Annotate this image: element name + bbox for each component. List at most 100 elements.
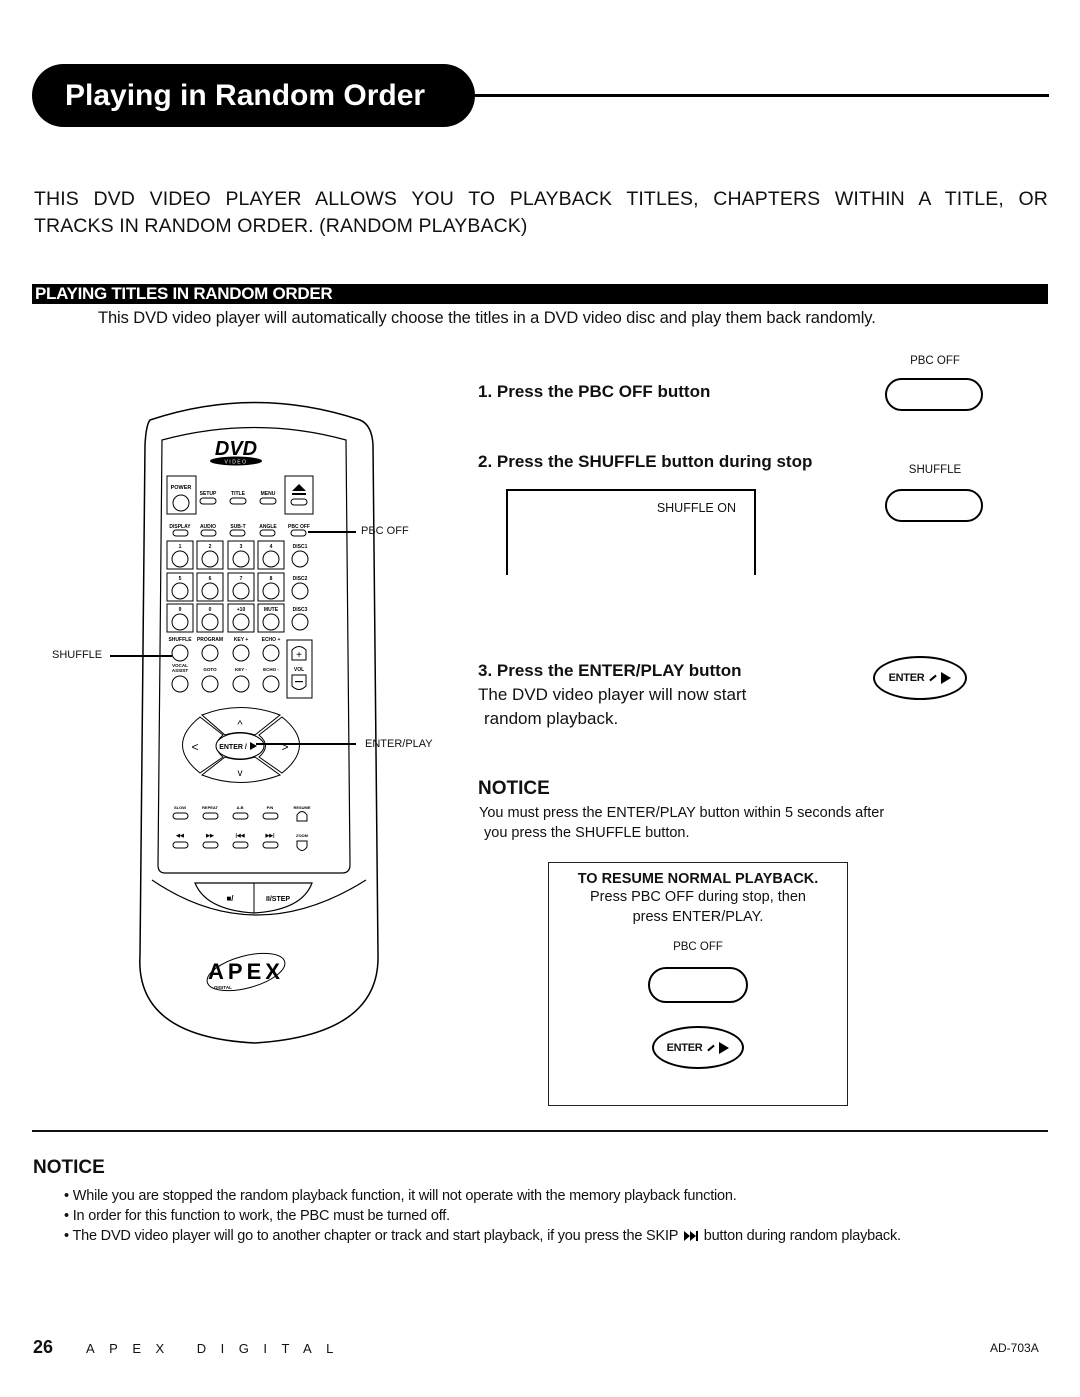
intro-line-1: THIS DVD VIDEO PLAYER ALLOWS YOU TO PLAY… — [34, 188, 1048, 210]
enter-play-callout-label: ENTER/PLAY — [365, 738, 433, 750]
svg-text:ECHO -: ECHO - — [263, 667, 279, 672]
title-rule — [475, 94, 1049, 97]
play-icon — [941, 672, 952, 684]
svg-text:TITLE: TITLE — [231, 491, 246, 497]
page-number: 26 — [33, 1337, 54, 1357]
svg-text:ANGLE: ANGLE — [259, 524, 277, 530]
title-button — [229, 497, 247, 505]
step-3-body-line-1: The DVD video player will now start — [478, 685, 747, 704]
enter-play-button[interactable]: ENTER — [873, 656, 967, 700]
svg-text:◀◀: ◀◀ — [175, 833, 184, 839]
page-title: Playing in Random Order — [32, 64, 475, 127]
svg-text:2: 2 — [209, 544, 212, 550]
svg-text:ECHO +: ECHO + — [262, 637, 281, 643]
svg-text:4: 4 — [270, 544, 273, 550]
shuffle-button — [171, 644, 189, 662]
step-1-heading: 1. Press the PBC OFF button — [478, 382, 711, 401]
svg-text:+: + — [296, 650, 302, 661]
skip-forward-icon — [683, 1231, 698, 1242]
shuffle-callout-line — [110, 655, 172, 657]
notice-line-2: you press the SHUFFLE button. — [484, 825, 690, 841]
pbc-off-button[interactable] — [885, 378, 983, 411]
enter-play-callout-line — [256, 743, 356, 745]
intro-paragraph: THIS DVD VIDEO PLAYER ALLOWS YOU TO PLAY… — [34, 186, 1048, 240]
slash-icon — [707, 1044, 716, 1051]
menu-button — [259, 497, 277, 505]
resume-playback-box: TO RESUME NORMAL PLAYBACK. Press PBC OFF… — [548, 862, 848, 1106]
svg-text:MUTE: MUTE — [264, 607, 279, 613]
notice-line-1: You must press the ENTER/PLAY button wit… — [479, 805, 885, 821]
remote-control-illustration: DVD VIDEO POWER SETUP TITLE MENU DISPLAY… — [139, 401, 379, 1044]
slash-icon — [929, 674, 938, 682]
svg-text:0: 0 — [209, 607, 212, 613]
resume-enter-play-button[interactable]: ENTER — [652, 1026, 744, 1069]
enter-button-label: ENTER — [888, 672, 925, 684]
svg-text:SUB-T: SUB-T — [230, 524, 245, 530]
svg-text:KEY -: KEY - — [235, 667, 247, 672]
tv-screen: SHUFFLE ON — [506, 489, 756, 575]
svg-text:^: ^ — [237, 719, 243, 731]
resume-enter-label: ENTER — [666, 1041, 703, 1054]
resume-line-1: Press PBC OFF during stop, then — [590, 889, 806, 905]
svg-text:|◀◀: |◀◀ — [235, 833, 244, 839]
dvd-video-logo: DVD VIDEO — [210, 438, 262, 466]
bullet-item: • The DVD video player will go to anothe… — [64, 1228, 901, 1244]
svg-text:KEY +: KEY + — [234, 637, 249, 643]
svg-text:+10: +10 — [237, 607, 246, 613]
svg-text:RESUME: RESUME — [293, 805, 310, 810]
enter-label: ENTER / — [219, 744, 247, 751]
section-divider — [32, 1130, 1048, 1132]
svg-text:ASSIST: ASSIST — [172, 668, 189, 673]
resume-heading: TO RESUME NORMAL PLAYBACK. — [577, 871, 819, 887]
notice-heading: NOTICE — [478, 778, 550, 799]
setup-button — [199, 497, 217, 505]
svg-text:<: < — [191, 740, 198, 754]
footer-model: AD-703A — [990, 1341, 1039, 1355]
shuffle-caption: SHUFFLE — [908, 464, 962, 476]
svg-text:GOTO: GOTO — [203, 667, 217, 672]
svg-text:PBC OFF: PBC OFF — [288, 524, 310, 530]
svg-text:PROGRAM: PROGRAM — [197, 637, 223, 643]
svg-text:A-B: A-B — [236, 805, 243, 810]
svg-text:SETUP: SETUP — [200, 491, 217, 497]
svg-text:VIDEO: VIDEO — [224, 460, 247, 466]
svg-text:SHUFFLE: SHUFFLE — [168, 637, 192, 643]
resume-line-2: press ENTER/PLAY. — [632, 909, 764, 925]
svg-text:▶▶|: ▶▶| — [264, 833, 275, 839]
step-2-heading: 2. Press the SHUFFLE button during stop — [478, 452, 813, 471]
svg-text:3: 3 — [240, 544, 243, 550]
svg-text:DISC1: DISC1 — [293, 544, 308, 550]
bullet-item: • While you are stopped the random playb… — [64, 1188, 737, 1204]
svg-text:■/: ■/ — [226, 894, 234, 903]
eject-button — [290, 498, 308, 506]
footer-brand: APEX DIGITAL — [86, 1341, 348, 1356]
svg-text:8: 8 — [270, 576, 273, 582]
step-3-heading: 3. Press the ENTER/PLAY button — [478, 661, 742, 680]
step-3-body-line-2: random playback. — [484, 709, 619, 728]
svg-text:DISC2: DISC2 — [293, 576, 308, 582]
resume-pbc-off-button[interactable] — [648, 967, 748, 1003]
svg-text:APEX: APEX — [208, 959, 284, 984]
svg-text:9: 9 — [179, 607, 182, 613]
intro-line-2: TRACKS IN RANDOM ORDER. (RANDOM PLAYBACK… — [34, 215, 528, 237]
bottom-notice-heading: NOTICE — [33, 1157, 105, 1178]
svg-text:6: 6 — [209, 576, 212, 582]
svg-text:REPEAT: REPEAT — [202, 805, 218, 810]
shuffle-callout-label: SHUFFLE — [52, 649, 103, 661]
power-button — [172, 494, 190, 512]
shuffle-button[interactable] — [885, 489, 983, 522]
power-label: POWER — [171, 485, 192, 491]
svg-text:AUDIO: AUDIO — [200, 524, 216, 530]
svg-text:VOL: VOL — [294, 667, 304, 673]
svg-text:DISC3: DISC3 — [293, 607, 308, 613]
pbc-off-callout-label: PBC OFF — [361, 525, 409, 537]
shuffle-on-osd: SHUFFLE ON — [656, 501, 736, 515]
pbc-off-button — [290, 529, 307, 537]
svg-text:II/STEP: II/STEP — [266, 896, 290, 903]
svg-text:MENU: MENU — [261, 491, 276, 497]
section-description: This DVD video player will automatically… — [98, 309, 876, 327]
svg-text:v: v — [238, 768, 243, 779]
svg-text:1: 1 — [179, 544, 182, 550]
play-icon — [719, 1041, 730, 1054]
bottom-notice-bullets: • While you are stopped the random playb… — [64, 1186, 901, 1246]
